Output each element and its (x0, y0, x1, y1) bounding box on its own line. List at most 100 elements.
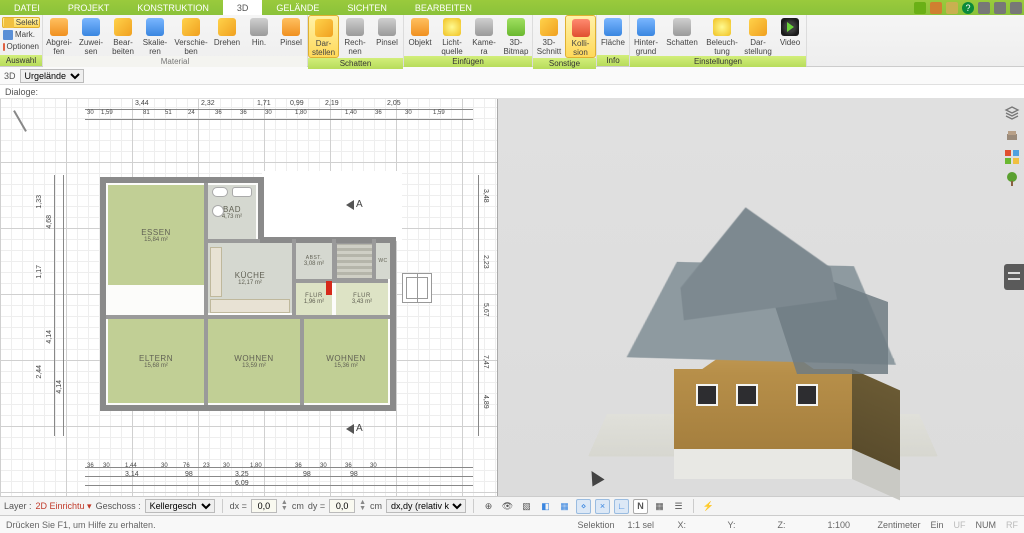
floor-plan: ESSEN15,84 m² BAD4,73 m² KÜCHE12,17 m² E… (100, 177, 396, 411)
darstellen-button[interactable]: Dar- stellen (308, 15, 339, 58)
group-auswahl-label: Auswahl (0, 55, 42, 66)
dy-input[interactable] (329, 499, 355, 513)
group-sonstige-label: Sonstige (533, 58, 596, 69)
menu-konstruktion[interactable]: KONSTRUKTION (123, 0, 223, 15)
titlebar-icon-6[interactable] (994, 2, 1006, 14)
materials-icon[interactable] (1004, 149, 1020, 165)
room-abst: ABST.3,08 m² (296, 243, 332, 279)
ribbon-info: Fläche Info (597, 15, 630, 66)
group-schatten-label: Schatten (308, 58, 403, 69)
tool-eye-icon[interactable]: 👁 (500, 499, 515, 514)
menu-sichten[interactable]: SICHTEN (333, 0, 401, 15)
kitchen-counter-2 (210, 247, 222, 297)
drehen-button[interactable]: Drehen (211, 15, 243, 56)
3d-bitmap-button[interactable]: 3D- Bitmap (500, 15, 532, 56)
dimensions-bottom: 6,09 3,14 98 3,25 98 98 36 30 1,44 30 76… (85, 452, 473, 486)
3d-schnitt-button[interactable]: 3D- Schnitt (533, 15, 565, 58)
group-material-label: Material (43, 56, 307, 67)
mode-select[interactable]: dx,dy (relativ ka (386, 499, 466, 513)
tool-snap2-icon[interactable]: × (595, 499, 610, 514)
side-toolbar (1003, 105, 1021, 187)
titlebar-icon-7[interactable] (1010, 2, 1022, 14)
menu-projekt[interactable]: PROJEKT (54, 0, 124, 15)
3d-view[interactable] (498, 99, 1024, 496)
stairs (336, 243, 374, 279)
subbar-3d-label: 3D (4, 71, 16, 81)
tool-bolt-icon[interactable]: ⚡ (701, 499, 716, 514)
dx-input[interactable] (251, 499, 277, 513)
dimensions-top: 3,44 2,32 1,71 0,99 2,19 2,05 30 1,59 81… (85, 109, 473, 137)
rechnen-button[interactable]: Rech- nen (339, 15, 371, 58)
pinsel-button[interactable]: Pinsel (275, 15, 307, 56)
status-y: Y: (727, 520, 767, 530)
geschoss-label: Geschoss : (96, 501, 141, 511)
tree-icon[interactable] (1004, 171, 1020, 187)
tool-snap3-icon[interactable]: ∟ (614, 499, 629, 514)
layer-dropdown-top[interactable]: Urgelände (20, 69, 84, 83)
room-wc: WC (376, 243, 390, 279)
tool-view-icon[interactable]: ▦ (557, 499, 572, 514)
geschoss-select[interactable]: Kellergesch (145, 499, 215, 513)
zuweisen-button[interactable]: Zuwei- sen (75, 15, 107, 56)
layer-link[interactable]: 2D Einrichtu ▾ (36, 501, 92, 512)
status-unit: Zentimeter (877, 520, 920, 530)
status-scale1: 1:1 sel (627, 520, 667, 530)
kollision-button[interactable]: Kolli- sion (565, 15, 596, 58)
group-einstellungen-label: Einstellungen (630, 56, 806, 67)
selekt-button[interactable]: Selekt (2, 17, 40, 28)
layer-bar: Layer : 2D Einrichtu ▾ Geschoss : Keller… (0, 496, 1024, 516)
tool-target-icon[interactable]: ⊕ (481, 499, 496, 514)
video-button[interactable]: Video (774, 15, 806, 56)
status-x: X: (677, 520, 717, 530)
verschieben-button[interactable]: Verschie- ben (171, 15, 211, 56)
status-z: Z: (777, 520, 817, 530)
hin-button[interactable]: Hin. (243, 15, 275, 56)
menu-bearbeiten[interactable]: BEARBEITEN (401, 0, 486, 15)
titlebar-icon-3[interactable] (946, 2, 958, 14)
objekt-button[interactable]: Objekt (404, 15, 436, 56)
bearbeiten-button[interactable]: Bear- beiten (107, 15, 139, 56)
darstellung-button[interactable]: Dar- stellung (742, 15, 774, 56)
titlebar-icon-2[interactable] (930, 2, 942, 14)
tool-grid-icon[interactable]: ▦ (652, 499, 667, 514)
furniture-icon[interactable] (1004, 127, 1020, 143)
panel-handle[interactable] (1004, 264, 1024, 290)
lichtquelle-button[interactable]: Licht- quelle (436, 15, 468, 56)
flaeche-button[interactable]: Fläche (597, 15, 629, 55)
optionen-button[interactable]: Optionen (2, 41, 40, 52)
room-eltern: ELTERN15,68 m² (108, 319, 204, 403)
status-uf: UF (954, 520, 966, 530)
tool-color-icon[interactable]: ▧ (519, 499, 534, 514)
help-icon[interactable]: ? (962, 2, 974, 14)
einst-schatten-button[interactable]: Schatten (662, 15, 702, 56)
menu-gelaende[interactable]: GELÄNDE (262, 0, 333, 15)
menu-datei[interactable]: DATEI (0, 0, 54, 15)
titlebar-icon-1[interactable] (914, 2, 926, 14)
skalieren-button[interactable]: Skalie- ren (139, 15, 171, 56)
tool-cube-icon[interactable]: ◧ (538, 499, 553, 514)
ribbon-einstellungen: Hinter- grund Schatten Beleuch- tung Dar… (630, 15, 807, 66)
layers-icon[interactable] (1004, 105, 1020, 121)
titlebar-icon-5[interactable] (978, 2, 990, 14)
hintergrund-button[interactable]: Hinter- grund (630, 15, 662, 56)
schatten-pinsel-button[interactable]: Pinsel (371, 15, 403, 58)
dimensions-left: 4,68 4,14 4,14 1,33 1,17 2,44 (54, 175, 84, 436)
ribbon-sonstige: 3D- Schnitt Kolli- sion Sonstige (533, 15, 597, 66)
dy-label: dy = (308, 501, 325, 511)
room-flur2: FLUR3,43 m² (336, 283, 388, 315)
mark-button[interactable]: Mark. (2, 29, 40, 40)
cm-label-2: cm (370, 501, 382, 511)
house-3d (638, 194, 888, 474)
tool-n-button[interactable]: N (633, 499, 648, 514)
abgreifen-button[interactable]: Abgrei- fen (43, 15, 75, 56)
tool-layers-icon[interactable]: ☰ (671, 499, 686, 514)
kamera-button[interactable]: Kame- ra (468, 15, 500, 56)
floorplan-view[interactable]: 3,44 2,32 1,71 0,99 2,19 2,05 30 1,59 81… (0, 99, 498, 496)
beleuchtung-button[interactable]: Beleuch- tung (702, 15, 742, 56)
sub-toolbar: 3D Urgelände (0, 67, 1024, 85)
status-bar: Drücken Sie F1, um Hilfe zu erhalten. Se… (0, 516, 1024, 533)
menu-3d[interactable]: 3D (223, 0, 263, 15)
bathtub-icon (232, 187, 252, 197)
tool-snap1-icon[interactable]: ⋄ (576, 499, 591, 514)
workspace: 3,44 2,32 1,71 0,99 2,19 2,05 30 1,59 81… (0, 99, 1024, 496)
